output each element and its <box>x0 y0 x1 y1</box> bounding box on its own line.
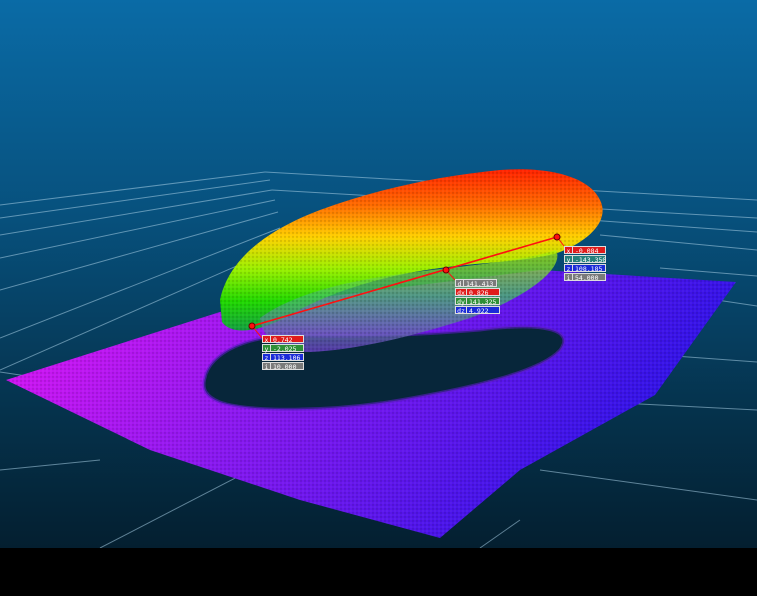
point-cloud-scene[interactable] <box>0 0 757 548</box>
grid-line <box>659 267 757 277</box>
grid-line <box>0 459 101 471</box>
grid-line <box>539 469 757 501</box>
distance-d-value: 141,413 <box>463 279 497 287</box>
distance-dz-value: 4,922 <box>466 306 500 314</box>
point-a-label[interactable]: x 0,742 y -2,025 z 113,106 i 10,000 <box>262 335 304 371</box>
point-b-i-row: i 54,000 <box>564 273 606 282</box>
distance-d-row: d 141,413 <box>455 279 500 288</box>
3d-viewport[interactable]: x 0,742 y -2,025 z 113,106 i 10,000 d 14… <box>0 0 757 548</box>
tag-key: y <box>262 344 270 353</box>
point-a-y-value: -2,025 <box>270 344 304 352</box>
tag-key: x <box>262 335 270 344</box>
tag-key: dx <box>455 288 466 297</box>
point-a-x-row: x 0,742 <box>262 335 304 344</box>
distance-dy-row: dy 141,325 <box>455 297 500 306</box>
measure-point-a <box>248 322 256 330</box>
tag-key: dz <box>455 306 466 315</box>
point-a-i-row: i 10,000 <box>262 362 304 371</box>
tag-key: i <box>262 362 270 371</box>
point-a-z-value: 113,106 <box>270 353 304 361</box>
tag-key: z <box>564 264 572 273</box>
measure-point-mid <box>442 266 450 274</box>
grid-line <box>599 234 757 251</box>
tag-key: d <box>455 279 463 288</box>
grid-line <box>0 171 266 206</box>
bottom-bar <box>0 548 757 596</box>
measure-point-b <box>553 233 561 241</box>
point-a-z-row: z 113,106 <box>262 353 304 362</box>
point-b-i-value: 54,000 <box>572 273 606 281</box>
point-b-label[interactable]: x -0,084 y -143,350 z 108,185 i 54,000 <box>564 246 606 282</box>
point-b-y-row: y -143,350 <box>564 255 606 264</box>
point-b-y-value: -143,350 <box>572 255 606 263</box>
point-a-i-value: 10,000 <box>270 362 304 370</box>
tag-key: i <box>564 273 572 282</box>
tag-key: y <box>564 255 572 264</box>
tag-key: x <box>564 246 572 255</box>
distance-dz-row: dz 4,922 <box>455 306 500 315</box>
distance-dx-value: 0,826 <box>466 288 500 296</box>
point-a-y-row: y -2,025 <box>262 344 304 353</box>
point-b-x-value: -0,084 <box>572 246 606 254</box>
distance-dx-row: dx 0,826 <box>455 288 500 297</box>
distance-label[interactable]: d 141,413 dx 0,826 dy 141,325 dz 4,922 <box>455 279 500 315</box>
distance-dy-value: 141,325 <box>466 297 500 305</box>
point-b-z-value: 108,185 <box>572 264 606 272</box>
point-b-x-row: x -0,084 <box>564 246 606 255</box>
point-b-z-row: z 108,185 <box>564 264 606 273</box>
grid-line <box>479 519 521 548</box>
tag-key: dy <box>455 297 466 306</box>
grid-line <box>0 199 276 259</box>
point-a-x-value: 0,742 <box>270 335 304 343</box>
tag-key: z <box>262 353 270 362</box>
